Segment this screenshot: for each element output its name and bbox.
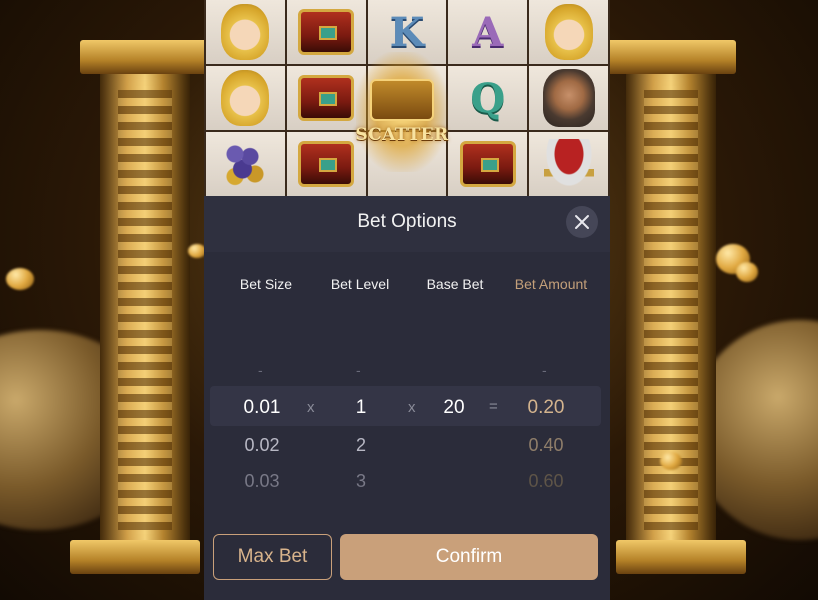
letter-k-symbol: K	[389, 8, 425, 56]
golden-pillar-left	[100, 50, 190, 570]
panel-footer: Max Bet Confirm	[204, 506, 610, 600]
bet-level-option[interactable]: 2	[334, 435, 388, 456]
chest-icon	[298, 9, 355, 55]
picker-dash: -	[356, 362, 361, 378]
pillar-cap-right	[606, 40, 736, 74]
goddess-icon	[221, 70, 270, 126]
reel-symbol-a: A	[448, 0, 528, 64]
multiply-operator: x	[307, 399, 315, 416]
reel-symbol-chest	[286, 132, 366, 196]
bet-size-header: Bet Size	[239, 276, 293, 292]
picker-fade	[204, 484, 610, 504]
chest-icon	[298, 75, 355, 121]
reel-symbol-goddess	[529, 0, 608, 64]
grapes-icon	[220, 139, 271, 189]
chest-icon	[459, 141, 516, 187]
equals-operator: =	[489, 398, 498, 415]
letter-a-symbol: A	[472, 8, 504, 56]
flying-coin	[736, 262, 758, 282]
max-bet-button[interactable]: Max Bet	[213, 534, 332, 580]
scatter-symbol: SCATTER	[355, 52, 449, 172]
warrior-icon	[542, 69, 595, 127]
bet-amount-option[interactable]: 0.40	[514, 435, 578, 456]
scatter-label: SCATTER	[355, 125, 449, 145]
golden-pillar-right	[626, 50, 716, 570]
flying-coin	[660, 452, 682, 470]
reel-symbol-chest	[448, 132, 528, 196]
reel-symbol-goddess	[206, 0, 285, 64]
bet-options-panel: Bet Options Bet Size Bet Level Base Bet …	[204, 196, 610, 600]
bet-amount-header: Bet Amount	[514, 276, 588, 292]
picker-dash: -	[542, 362, 547, 378]
base-bet-value: 20	[443, 397, 465, 418]
reel-symbol-chest	[286, 66, 366, 130]
chalice-icon	[543, 139, 594, 189]
pillar-cap-left	[80, 40, 210, 74]
bet-level-selected[interactable]: 1	[334, 397, 388, 419]
reel-symbol-warrior	[529, 66, 608, 130]
flying-coin	[6, 268, 34, 290]
bet-size-selected[interactable]: 0.01	[226, 397, 298, 419]
bet-level-header: Bet Level	[330, 276, 390, 292]
reel-symbol-chest	[286, 0, 366, 64]
multiply-operator: x	[408, 399, 416, 416]
reel-symbol-grapes	[206, 132, 285, 196]
pillar-base-right	[616, 540, 746, 574]
reel-symbol-q: Q	[448, 66, 528, 130]
close-icon	[575, 215, 589, 229]
bet-size-option[interactable]: 0.02	[226, 435, 298, 456]
scatter-crate-icon	[370, 79, 434, 121]
chest-icon	[298, 141, 355, 187]
base-bet-header: Base Bet	[426, 276, 484, 292]
panel-title: Bet Options	[357, 211, 457, 232]
pillar-base-left	[70, 540, 200, 574]
letter-q-symbol: Q	[470, 74, 506, 122]
confirm-button[interactable]: Confirm	[340, 534, 598, 580]
reel-symbol-goddess	[206, 66, 285, 130]
goddess-icon	[544, 4, 593, 60]
goddess-icon	[221, 4, 270, 60]
panel-header: Bet Options	[204, 196, 610, 252]
close-button[interactable]	[566, 206, 598, 238]
picker-dash: -	[258, 362, 263, 378]
column-headers: Bet Size Bet Level Base Bet Bet Amount	[204, 276, 610, 300]
reel-symbol-chalice	[529, 132, 608, 196]
bet-amount-selected[interactable]: 0.20	[514, 397, 578, 419]
